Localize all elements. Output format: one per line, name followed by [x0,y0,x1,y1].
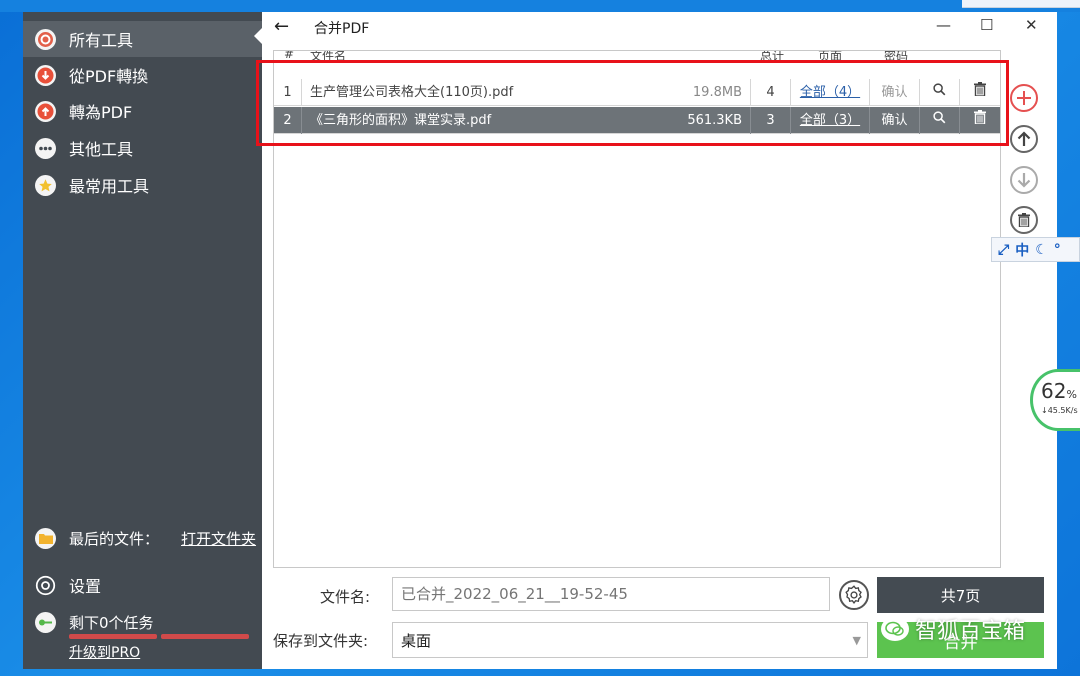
chevron-down-icon: ▼ [852,634,861,647]
window-title: 合并PDF [314,21,370,37]
tasks-label: 剩下0个任务 [69,613,154,632]
save-folder-value: 桌面 [401,631,432,650]
speed-percent: 62% [1041,379,1077,403]
more-icon [35,137,56,159]
trash-icon [1018,213,1030,227]
back-button[interactable]: ← [274,16,289,37]
row-total-pages: 4 [751,79,791,106]
output-filename-input[interactable] [392,577,830,611]
sidebar-item-other-tools[interactable]: 其他工具 [23,130,262,166]
delete-row-button[interactable] [960,79,1000,106]
plus-icon [1017,91,1031,105]
search-icon [933,83,946,96]
row-filename-text: 《三角形的面积》课堂实录.pdf [310,113,492,128]
header-password: 密码 [884,51,909,63]
preview-button[interactable] [920,107,960,134]
last-files-label: 最后的文件： [69,529,160,548]
output-settings-button[interactable] [839,580,869,610]
desktop-background [0,0,1080,12]
row-index: 1 [274,79,302,106]
row-filesize: 19.8MB [692,85,742,100]
row-index: 2 [274,107,302,134]
folder-icon [35,527,56,549]
row-filesize: 561.3KB [687,113,742,128]
row-password[interactable]: 确认 [870,79,920,106]
target-icon [35,28,56,50]
close-button[interactable]: ✕ [1025,16,1038,34]
sidebar-item-from-pdf[interactable]: 從PDF轉換 [23,57,262,93]
header-pages: 页面 [818,51,843,63]
total-pages-indicator: 共7页 [877,577,1044,613]
row-filename-text: 生产管理公司表格大全(110页).pdf [310,85,514,100]
row-filename: 《三角形的面积》课堂实录.pdf 561.3KB [302,107,751,134]
upgrade-pro-link[interactable]: 升级到PRO [69,642,140,662]
move-down-button[interactable] [1010,166,1038,194]
sidebar-item-label: 其他工具 [69,140,134,159]
save-folder-select[interactable]: 桌面 ▼ [392,622,868,658]
table-row[interactable]: 2 《三角形的面积》课堂实录.pdf 561.3KB 3 全部（3） 确认 [274,107,1000,134]
task-progress-bar [69,634,249,639]
key-icon [35,611,56,633]
merge-pdf-window: ← 合并PDF — ☐ ✕ # 文件名 总计 页面 密码 1 生产管理公司表格大… [262,12,1057,669]
active-indicator [254,28,262,44]
sidebar-item-favorites[interactable]: 最常用工具 [23,167,262,203]
header-index: # [284,51,295,61]
moon-icon[interactable]: ☾ [1035,242,1048,258]
row-page-range: 全部（4） [791,79,870,106]
gear-icon [845,585,862,605]
tasks-row: 剩下0个任务 [23,607,262,637]
arrow-up-icon [1017,131,1031,146]
table-row[interactable]: 1 生产管理公司表格大全(110页).pdf 19.8MB 4 全部（4） 确认 [274,79,1000,106]
page-range-link[interactable]: 全部（3） [800,113,860,128]
row-total-pages: 3 [751,107,791,134]
filename-label: 文件名: [320,588,371,606]
delete-row-button[interactable] [960,107,1000,134]
row-password[interactable]: 确认 [870,107,920,134]
speed-rate: ↓45.5K/s [1041,406,1078,415]
wechat-icon [881,617,909,641]
gear-icon [35,575,56,596]
taskbar-tray-edge [962,0,1080,8]
sidebar: 所有工具 從PDF轉換 轉為PDF 其他工具 最常用工具 最后的文件： 打开文件… [23,12,262,669]
title-bar: ← 合并PDF — ☐ ✕ [262,12,1057,42]
save-folder-label: 保存到文件夹: [273,632,369,650]
file-table: # 文件名 总计 页面 密码 1 生产管理公司表格大全(110页).pdf 19… [273,50,1001,568]
sidebar-item-label: 從PDF轉換 [69,67,149,86]
row-page-range: 全部（3） [791,107,870,134]
page-range-link[interactable]: 全部（4） [800,85,860,100]
sidebar-item-label: 轉為PDF [69,103,133,122]
ime-expand-icon[interactable]: ⤢ [998,242,1009,258]
move-up-button[interactable] [1010,125,1038,153]
watermark-text: 智狐百宝箱 [915,619,1026,644]
ime-toolbar[interactable]: ⤢ 中 ☾ ° [991,237,1080,262]
table-header: # 文件名 总计 页面 密码 [274,51,1000,65]
clear-list-button[interactable] [1010,206,1038,234]
sidebar-item-label: 所有工具 [69,31,134,50]
ime-mode[interactable]: 中 [1015,240,1029,260]
sidebar-item-to-pdf[interactable]: 轉為PDF [23,93,262,129]
header-total: 总计 [760,51,785,63]
sidebar-item-label: 最常用工具 [69,177,150,196]
open-folder-link[interactable]: 打开文件夹 [181,528,256,549]
arrow-down-icon [35,64,56,86]
watermark: 智狐百宝箱 [881,612,1025,646]
trash-icon [974,82,986,97]
settings-label: 设置 [69,577,102,596]
add-file-button[interactable] [1010,84,1038,112]
minimize-button[interactable]: — [936,16,951,34]
last-files-row: 最后的文件： 打开文件夹 [23,520,262,556]
search-icon [933,111,946,124]
trash-icon [974,110,986,125]
preview-button[interactable] [920,79,960,106]
arrow-down-icon [1017,173,1031,188]
sidebar-item-all-tools[interactable]: 所有工具 [23,21,262,57]
maximize-button[interactable]: ☐ [980,16,993,34]
arrow-up-icon [35,100,56,122]
settings-item[interactable]: 设置 [23,568,262,602]
dot-icon[interactable]: ° [1054,242,1061,258]
star-icon [35,174,56,196]
network-speed-widget[interactable]: 62% ↓45.5K/s [1030,369,1080,431]
row-filename: 生产管理公司表格大全(110页).pdf 19.8MB [302,79,751,106]
header-filename[interactable]: 文件名 [310,51,346,64]
